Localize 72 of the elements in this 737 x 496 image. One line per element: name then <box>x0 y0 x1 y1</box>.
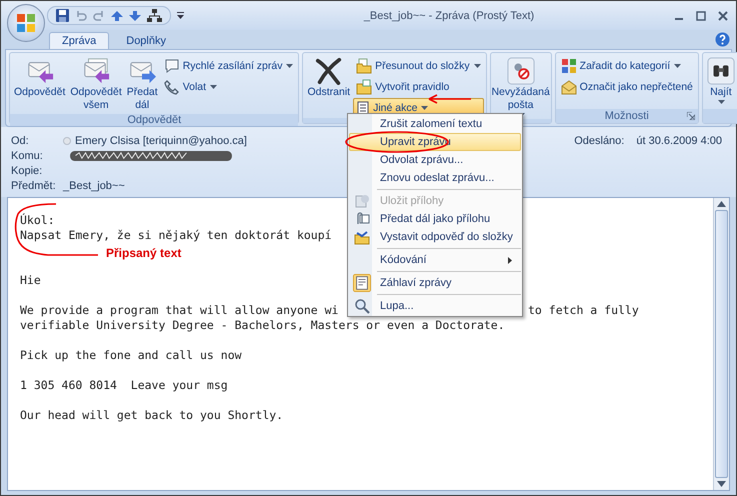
scrollbar[interactable] <box>713 198 729 490</box>
field-label: Předmět: <box>11 180 57 192</box>
annotation-arrow <box>428 94 471 104</box>
body-text-line: Our head will get back to you Shortly. <box>20 408 284 422</box>
sender-value: Emery Clsisa [teriquinn@yahoo.ca] <box>75 134 247 146</box>
subject-value: _Best_job~~ <box>63 180 126 192</box>
customize-toolbar-icon[interactable] <box>177 12 184 19</box>
color-categories-icon <box>560 58 577 74</box>
menu-item[interactable]: Znovu odeslat zprávu... <box>349 169 521 187</box>
menu-item[interactable]: Odvolat zprávu... <box>349 151 521 169</box>
folder-move-icon <box>356 58 372 74</box>
scroll-up-icon[interactable] <box>717 201 726 207</box>
hierarchy-icon[interactable] <box>147 9 162 22</box>
phone-icon <box>164 79 180 95</box>
close-icon[interactable] <box>718 10 728 20</box>
body-text-line: to fetch a fully <box>528 303 639 318</box>
ribbon-button[interactable]: Rychlé zasílání zpráv <box>160 56 296 76</box>
office-logo-icon <box>16 13 36 33</box>
body-text-line: We provide a program that will allow anyone wi <box>20 303 338 317</box>
ribbon-button[interactable]: Přesunout do složky <box>353 56 484 76</box>
ribbon-button[interactable]: Odpovědět všem <box>68 55 124 114</box>
binoculars-icon <box>706 57 735 85</box>
delete-x-icon <box>314 57 343 85</box>
field-label: Kopie: <box>11 164 44 176</box>
group-label: Možnosti <box>604 110 649 122</box>
status-dot-icon <box>63 136 71 144</box>
body-text-line: verifiable University Degree - Bachelors, Masters or even a Doctorate. <box>20 318 505 332</box>
folder-rule-icon <box>356 79 372 95</box>
menu-item[interactable]: Předat dál jako přílohu <box>349 210 521 228</box>
menu-item[interactable]: Vystavit odpověď do složky <box>349 228 521 246</box>
dialog-launcher-icon[interactable] <box>686 112 695 120</box>
junk-mail-icon <box>506 57 535 85</box>
ribbon-button[interactable]: Odpovědět <box>12 55 68 101</box>
body-text-line: Úkol: <box>20 213 55 227</box>
window-title: _Best_job~~ - Zpráva (Prostý Text) <box>362 10 536 22</box>
ribbon-button[interactable]: Označit jako nepřečtené <box>558 77 696 97</box>
field-label: Od: <box>11 134 30 146</box>
message-header-icon <box>353 274 371 292</box>
body-text-line: Pick up the fone and call us now <box>20 348 242 362</box>
body-text-line: Hie <box>20 273 41 287</box>
submenu-arrow-icon <box>508 257 512 264</box>
magnifier-icon <box>354 298 370 314</box>
maximize-icon[interactable] <box>696 10 706 20</box>
body-text-line: Napsat Emery, že si nějaký ten doktorát koupí <box>20 228 332 242</box>
ribbon-button[interactable]: Odstranit <box>305 55 352 101</box>
sent-label: Odesláno: <box>574 134 624 146</box>
speech-bubble-icon <box>164 58 180 74</box>
sent-date: út 30.6.2009 4:00 <box>636 134 722 146</box>
group-label: Odpovědět <box>127 114 182 126</box>
field-label: Komu: <box>11 150 44 162</box>
save-attachments-icon <box>354 193 370 209</box>
ribbon-button[interactable]: Předat dál <box>124 55 160 114</box>
menu-item[interactable]: Zrušit zalomení textu <box>349 115 521 133</box>
save-icon[interactable] <box>56 9 69 22</box>
menu-item[interactable]: Kódování <box>349 251 521 269</box>
ribbon-button[interactable]: Zařadit do kategorií <box>558 56 696 76</box>
down-arrow-icon[interactable] <box>129 10 141 20</box>
menu-item[interactable]: Záhlaví zprávy <box>349 274 521 292</box>
scroll-down-icon[interactable] <box>717 481 726 487</box>
help-icon[interactable] <box>715 32 730 47</box>
ribbon-button[interactable]: Najít <box>704 55 737 106</box>
ribbon-button[interactable]: Volat <box>160 77 296 97</box>
annotation-label: Připsaný text <box>106 246 182 261</box>
ribbon-tab[interactable]: Zpráva <box>49 32 110 49</box>
menu-item[interactable]: Lupa... <box>349 297 521 315</box>
body-text-line: 1 305 460 8014 Leave your msg <box>20 378 228 392</box>
ribbon-button[interactable]: Vytvořit pravidlo <box>353 77 484 97</box>
unread-envelope-icon <box>560 79 577 95</box>
up-arrow-icon[interactable] <box>111 10 123 20</box>
post-to-folder-icon <box>354 229 370 245</box>
ribbon-tab[interactable]: Doplňky <box>113 32 179 49</box>
document-list-icon <box>356 101 370 115</box>
